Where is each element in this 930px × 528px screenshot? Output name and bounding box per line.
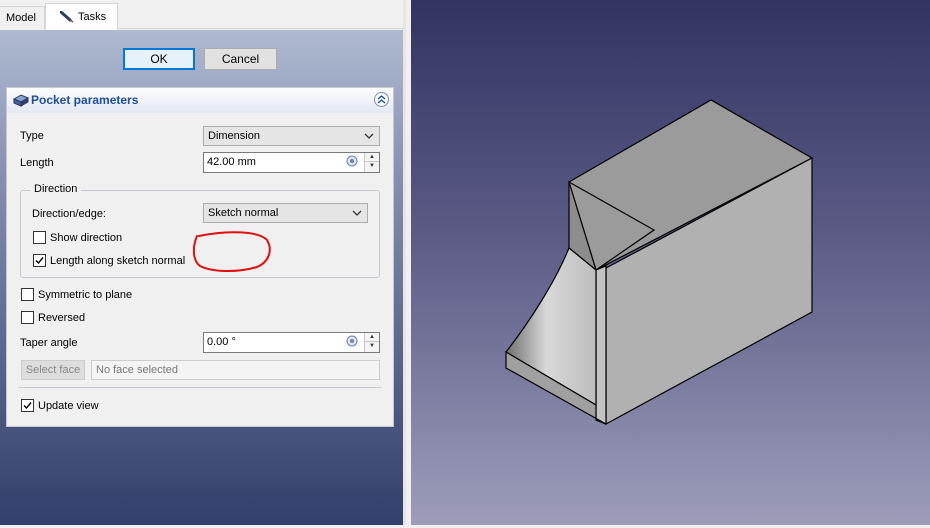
pencil-icon (60, 11, 74, 23)
combo-view: Model Tasks OK Cancel Pocket parameters … (0, 0, 406, 525)
expression-icon[interactable] (346, 335, 358, 347)
length-label: Length (20, 157, 54, 169)
reversed-checkbox[interactable] (21, 311, 34, 324)
panel-header: Pocket parameters (7, 88, 393, 113)
length-value: 42.00 mm (207, 156, 256, 168)
dropdown-arrow-icon (352, 210, 362, 216)
select-face-button[interactable]: Select face (21, 360, 85, 380)
length-along-normal-label: Length along sketch normal (50, 255, 186, 267)
taper-angle-input[interactable]: 0.00 ° ▲ ▼ (203, 332, 380, 353)
length-along-normal-checkbox[interactable] (33, 254, 46, 267)
show-direction-checkbox[interactable] (33, 231, 46, 244)
taper-angle-label: Taper angle (20, 337, 78, 349)
taper-decrement-button[interactable]: ▼ (365, 342, 379, 351)
tab-tasks-label: Tasks (78, 11, 107, 23)
face-field: No face selected (91, 360, 380, 380)
dropdown-arrow-icon (364, 133, 374, 139)
update-view-label: Update view (38, 400, 99, 412)
separator (19, 387, 381, 388)
cancel-button[interactable]: Cancel (204, 48, 277, 70)
taper-increment-button[interactable]: ▲ (365, 333, 379, 342)
direction-edge-dropdown[interactable]: Sketch normal (203, 203, 368, 223)
checkmark-icon (23, 402, 32, 410)
tab-model[interactable]: Model (0, 6, 45, 29)
type-value: Dimension (208, 130, 260, 142)
direction-group-label: Direction (30, 183, 82, 195)
tab-tasks[interactable]: Tasks (45, 3, 118, 30)
pocket-icon (12, 94, 30, 107)
ok-button[interactable]: OK (123, 48, 195, 70)
type-label: Type (20, 130, 44, 142)
reversed-label: Reversed (38, 312, 86, 324)
length-input[interactable]: 42.00 mm ▲ ▼ (203, 152, 380, 173)
length-decrement-button[interactable]: ▼ (365, 162, 379, 171)
direction-edge-value: Sketch normal (208, 207, 279, 219)
combo-view-tabbar: Model Tasks (0, 0, 406, 30)
direction-group: Direction Direction/edge: Sketch normal … (20, 183, 380, 278)
pocket-parameters-panel: Pocket parameters Type Dimension Length … (6, 87, 394, 427)
expression-icon[interactable] (346, 155, 358, 167)
checkmark-icon (35, 257, 44, 265)
direction-edge-label: Direction/edge: (32, 208, 106, 220)
taper-angle-value: 0.00 ° (207, 336, 236, 348)
length-increment-button[interactable]: ▲ (365, 153, 379, 162)
pocket-model (505, 99, 814, 426)
update-view-checkbox[interactable] (21, 399, 34, 412)
taper-spin-buttons: ▲ ▼ (364, 333, 379, 352)
panel-title: Pocket parameters (31, 93, 139, 107)
model-thin-wall (595, 265, 607, 425)
3d-view[interactable] (411, 0, 930, 525)
type-dropdown[interactable]: Dimension (203, 126, 380, 146)
show-direction-label: Show direction (50, 232, 123, 244)
symmetric-label: Symmetric to plane (38, 289, 133, 301)
collapse-icon[interactable] (374, 92, 389, 107)
length-spin-buttons: ▲ ▼ (364, 153, 379, 172)
symmetric-checkbox[interactable] (21, 288, 34, 301)
